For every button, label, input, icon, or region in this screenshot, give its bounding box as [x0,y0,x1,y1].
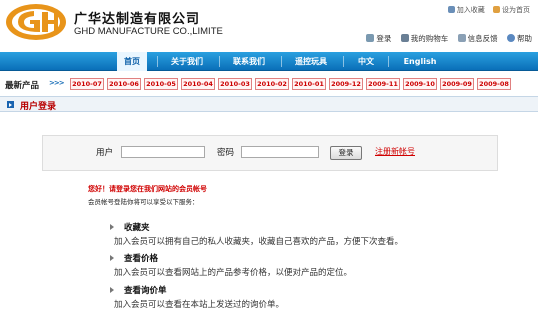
benefit-description: 加入会员可以拥有自己的私人收藏夹，收藏自己喜欢的产品，方便下次查看。 [114,237,404,247]
benefit-title: 查看询价单 [124,286,167,296]
nav-item-rc-toys[interactable]: 遥控玩具 [289,52,333,71]
date-tab-2010-07[interactable]: 2010-07 [70,78,104,90]
cart-link[interactable]: 我的购物车 [400,34,448,43]
nav-divider [281,56,282,67]
login-form: 用户 密码 登录 注册新帐号 [42,135,498,171]
date-tab-2010-04[interactable]: 2010-04 [181,78,215,90]
notice-subtitle: 会员帐号登陆你将可以享受以下服务： [88,198,199,206]
benefit-description: 加入会员可以查看网站上的产品参考价格，以便对产品的定位。 [114,268,353,278]
notice-title: 您好！请登录您在我们网站的会员帐号 [88,185,207,193]
section-arrow-icon [7,101,14,108]
date-tab-2009-11[interactable]: 2009-11 [366,78,400,90]
help-icon [507,34,515,42]
bullet-arrow-icon [110,255,114,261]
date-tab-2010-03[interactable]: 2010-03 [218,78,252,90]
site-header: 广华达制造有限公司 GHD MANUFACTURE CO.,LIMITE 加入收… [0,0,538,52]
nav-item-chinese[interactable]: 中文 [352,52,380,71]
date-tab-2010-02[interactable]: 2010-02 [255,78,289,90]
section-title: 用户登录 [20,102,57,112]
date-tab-2010-01[interactable]: 2010-01 [292,78,326,90]
benefit-title: 收藏夹 [124,223,150,233]
nav-divider [343,56,344,67]
nav-item-home[interactable]: 首页 [117,52,147,71]
date-tab-2010-06[interactable]: 2010-06 [107,78,141,90]
latest-products-label: 最新产品 [5,81,40,91]
nav-divider [219,56,220,67]
section-header: 用户登录 [0,96,538,112]
utility-links: 加入收藏 设为首页 [442,5,530,15]
username-input[interactable] [121,146,205,158]
date-tab-2009-09[interactable]: 2009-09 [440,78,474,90]
register-link[interactable]: 注册新帐号 [375,146,415,157]
login-link[interactable]: 登录 [366,34,391,43]
bullet-arrow-icon [110,224,114,230]
nav-divider [388,56,389,67]
login-button[interactable]: 登录 [330,146,362,160]
user-icon [366,34,375,42]
main-nav: 首页 关于我们 联系我们 遥控玩具 中文 English [0,52,538,71]
company-logo[interactable] [4,2,68,42]
home-icon [493,6,500,13]
nav-item-contact[interactable]: 联系我们 [227,52,271,71]
nav-item-about[interactable]: 关于我们 [165,52,209,71]
nav-divider [157,56,158,67]
date-tab-2009-08[interactable]: 2009-08 [477,78,511,90]
account-links: 登录 我的购物车 信息反馈 帮助 [359,33,532,44]
add-favorite-link[interactable]: 加入收藏 [447,6,485,14]
username-label: 用户 [96,148,114,158]
message-icon [457,34,466,42]
bullet-arrow-icon [110,287,114,293]
feedback-link[interactable]: 信息反馈 [457,34,498,43]
date-tab-2010-05[interactable]: 2010-05 [144,78,178,90]
benefit-description: 加入会员可以查看在本站上发送过的询价单。 [114,300,285,310]
latest-products-bar: 最新产品 >>> 2010-07 2010-06 2010-05 2010-04… [0,74,538,94]
company-name-en: GHD MANUFACTURE CO.,LIMITE [74,26,223,37]
date-tab-2009-10[interactable]: 2009-10 [403,78,437,90]
help-link[interactable]: 帮助 [507,34,532,43]
company-name-cn: 广华达制造有限公司 [74,12,201,27]
date-tab-2009-12[interactable]: 2009-12 [329,78,363,90]
star-icon [447,6,455,13]
benefit-title: 查看价格 [124,254,159,264]
arrows-icon: >>> [49,79,65,87]
password-label: 密码 [217,148,235,158]
set-homepage-link[interactable]: 设为首页 [493,6,530,14]
cart-icon [400,34,409,42]
password-input[interactable] [241,146,319,158]
nav-item-english[interactable]: English [398,52,442,71]
